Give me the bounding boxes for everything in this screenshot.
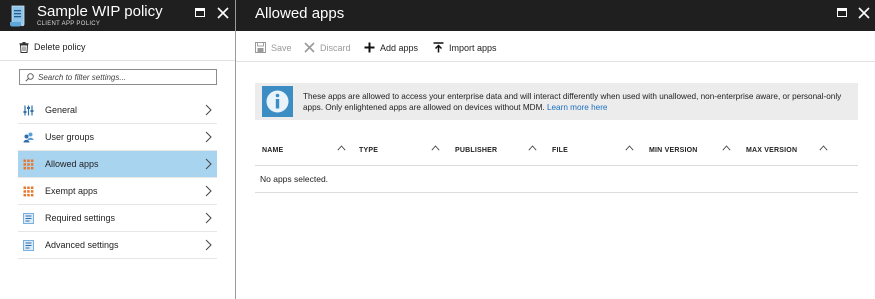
- search-icon: [25, 72, 34, 82]
- trash-icon: [19, 41, 29, 53]
- apps-grid-icon: [23, 159, 34, 169]
- nav-label-advanced-settings: Advanced settings: [45, 240, 119, 250]
- table-row: No apps selected.: [255, 166, 858, 193]
- allowed-apps-header: Allowed apps: [236, 0, 875, 31]
- save-icon: [255, 42, 266, 53]
- policy-blade-header: Sample WIP policy CLIENT APP POLICY: [0, 0, 235, 31]
- policy-blade: Sample WIP policy CLIENT APP POLICY Dele…: [0, 0, 236, 299]
- sort-ascending-icon[interactable]: [337, 145, 346, 151]
- sliders-icon: [23, 105, 34, 115]
- discard-x-icon: [304, 42, 315, 53]
- learn-more-link[interactable]: Learn more here: [547, 103, 608, 112]
- sort-ascending-icon[interactable]: [625, 145, 634, 151]
- info-icon: [262, 86, 293, 117]
- settings-nav: General User groups Allowed apps Exempt …: [18, 97, 217, 259]
- chevron-right-icon: [205, 185, 212, 197]
- import-arrow-icon: [433, 42, 444, 53]
- nav-item-advanced-settings[interactable]: Advanced settings: [18, 232, 217, 259]
- nav-label-user-groups: User groups: [45, 132, 95, 142]
- nav-label-required-settings: Required settings: [45, 213, 116, 223]
- apps-table-header: NAME TYPE PUBLISHER FILE MIN VERSION MAX…: [255, 137, 858, 166]
- nav-item-user-groups[interactable]: User groups: [18, 124, 217, 151]
- import-apps-button[interactable]: Import apps: [433, 41, 497, 54]
- sort-ascending-icon[interactable]: [819, 145, 828, 151]
- apps-grid-icon: [23, 186, 34, 196]
- empty-table-message: No apps selected.: [260, 174, 329, 184]
- column-header-file[interactable]: FILE: [552, 147, 568, 154]
- filter-settings-box[interactable]: [19, 69, 217, 85]
- add-apps-button[interactable]: Add apps: [364, 41, 418, 54]
- maximize-icon: [195, 8, 205, 17]
- allowed-apps-blade: Allowed apps Save Discard Add apps Impor…: [236, 0, 875, 299]
- sort-ascending-icon[interactable]: [431, 145, 440, 151]
- delete-policy-label: Delete policy: [34, 42, 86, 52]
- nav-item-general[interactable]: General: [18, 97, 217, 124]
- discard-label: Discard: [320, 42, 351, 53]
- nav-label-allowed-apps: Allowed apps: [45, 159, 99, 169]
- maximize-button[interactable]: [835, 6, 849, 20]
- sort-ascending-icon[interactable]: [528, 145, 537, 151]
- close-icon[interactable]: [216, 6, 230, 20]
- chevron-right-icon: [205, 239, 212, 251]
- chevron-right-icon: [205, 158, 212, 170]
- nav-item-allowed-apps[interactable]: Allowed apps: [18, 151, 217, 178]
- policy-command-bar: Delete policy: [0, 31, 235, 61]
- nav-label-exempt-apps: Exempt apps: [45, 186, 98, 196]
- column-header-name[interactable]: NAME: [262, 147, 283, 154]
- settings-doc-icon: [23, 212, 34, 224]
- policy-subtitle: CLIENT APP POLICY: [37, 21, 101, 27]
- policy-title: Sample WIP policy: [37, 3, 163, 20]
- column-header-min-version[interactable]: MIN VERSION: [649, 147, 697, 154]
- chevron-right-icon: [205, 212, 212, 224]
- discard-button[interactable]: Discard: [304, 41, 351, 54]
- sort-ascending-icon[interactable]: [722, 145, 731, 151]
- filter-settings-input[interactable]: [38, 72, 208, 82]
- delete-policy-button[interactable]: Delete policy: [19, 40, 86, 54]
- command-bar: Save Discard Add apps Import apps: [236, 31, 875, 62]
- policy-scroll-icon: [10, 5, 25, 27]
- column-header-max-version[interactable]: MAX VERSION: [746, 147, 797, 154]
- column-header-publisher[interactable]: PUBLISHER: [455, 147, 497, 154]
- chevron-right-icon: [205, 131, 212, 143]
- plus-icon: [364, 42, 375, 53]
- nav-item-required-settings[interactable]: Required settings: [18, 205, 217, 232]
- close-icon[interactable]: [857, 6, 871, 20]
- maximize-button[interactable]: [193, 6, 207, 20]
- chevron-right-icon: [205, 104, 212, 116]
- column-header-type[interactable]: TYPE: [359, 147, 378, 154]
- save-label: Save: [271, 42, 292, 53]
- add-apps-label: Add apps: [380, 42, 419, 53]
- blade-title: Allowed apps: [255, 5, 345, 22]
- users-icon: [23, 132, 34, 142]
- info-banner: These apps are allowed to access your en…: [255, 83, 858, 120]
- info-message: These apps are allowed to access your en…: [303, 91, 853, 113]
- nav-item-exempt-apps[interactable]: Exempt apps: [18, 178, 217, 205]
- nav-label-general: General: [45, 105, 78, 115]
- save-button[interactable]: Save: [255, 41, 292, 54]
- settings-doc-icon: [23, 239, 34, 251]
- maximize-icon: [837, 8, 847, 17]
- import-apps-label: Import apps: [449, 42, 497, 53]
